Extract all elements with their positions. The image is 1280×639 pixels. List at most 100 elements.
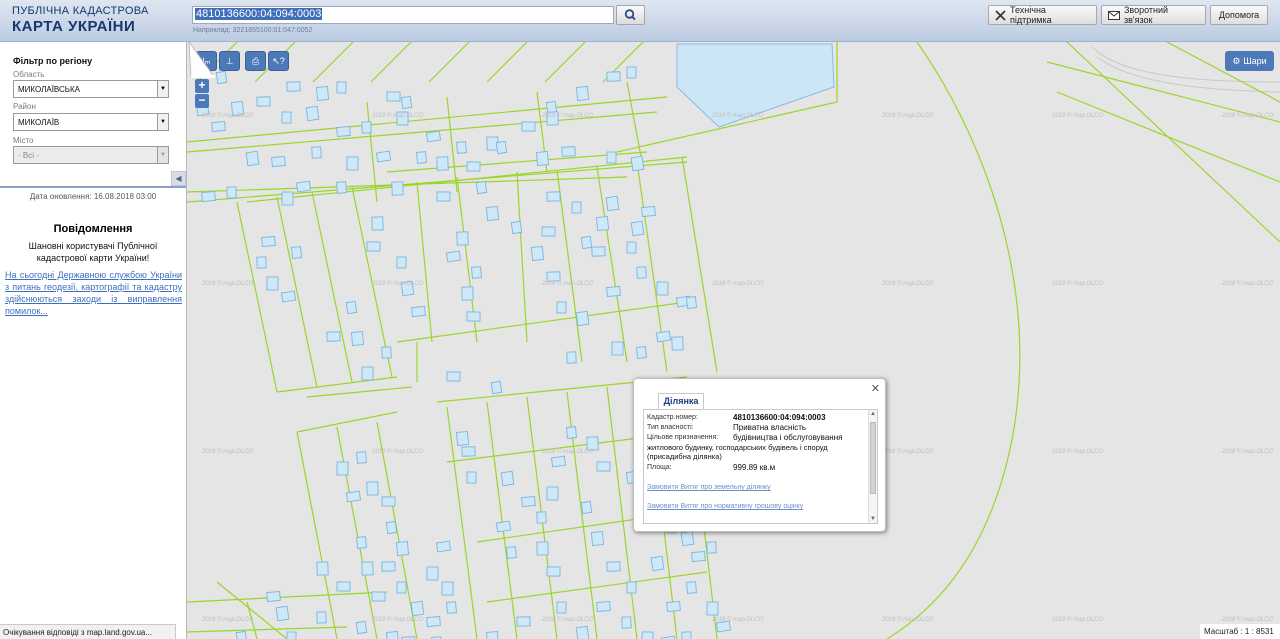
- svg-text:2018 © map.DLCO: 2018 © map.DLCO: [1051, 112, 1103, 119]
- field-label-purpose: Цільове призначення:: [647, 434, 719, 441]
- notice-link[interactable]: На сьогодні Державною службою України з …: [5, 269, 182, 317]
- oblast-value: МИКОЛАЇВСЬКА: [18, 85, 81, 94]
- gear-icon: ⚙: [1232, 55, 1241, 66]
- svg-text:2018 © map.DLCO: 2018 © map.DLCO: [881, 616, 933, 623]
- svg-text:2018 © map.DLCO: 2018 © map.DLCO: [881, 112, 933, 119]
- printer-icon: ⎙: [251, 56, 260, 66]
- misto-value: - Всі -: [18, 151, 39, 160]
- zoom-out-button[interactable]: −: [195, 94, 209, 108]
- map-scale: Масштаб : 1 : 8531: [1200, 624, 1280, 639]
- svg-text:2018 © map.DLCO: 2018 © map.DLCO: [201, 280, 253, 287]
- svg-text:2018 © map.DLCO: 2018 © map.DLCO: [1051, 616, 1103, 623]
- svg-text:2018 © map.DLCO: 2018 © map.DLCO: [1051, 448, 1103, 455]
- map-canvas[interactable]: 2018 © map.DLCO 2018 © map.DLCO 2018 © map…: [187, 42, 1280, 639]
- tools-icon: [995, 9, 1006, 21]
- svg-text:2018 © map.DLCO: 2018 © map.DLCO: [201, 616, 253, 623]
- filter-title: Фільтр по регіону: [13, 56, 93, 66]
- browser-status-bar: Очікування відповіді з map.land.gov.ua..…: [0, 624, 176, 639]
- minus-icon: −: [198, 93, 206, 107]
- logo-line1: ПУБЛІЧНА КАДАСТРОВА: [12, 5, 149, 17]
- field-label-area: Площа:: [647, 464, 672, 471]
- field-label-cadastral: Кадастр.номер:: [647, 414, 698, 421]
- help-label: Допомога: [1218, 10, 1260, 20]
- cadastral-search-input[interactable]: 4810136600:04:094:0003: [192, 6, 614, 24]
- oblast-label: Область: [13, 70, 45, 79]
- order-valuation-link[interactable]: Замовити Витяг про нормативну грошову оц…: [647, 503, 803, 510]
- popup-pointer: [188, 42, 216, 78]
- layers-label: Шари: [1243, 56, 1267, 66]
- tech-support-button[interactable]: Технічна підтримка: [988, 5, 1097, 25]
- chevron-left-icon: ◀: [175, 174, 182, 183]
- update-date: Дата оновлення: 16.08.2018 03:00: [29, 192, 157, 201]
- oblast-select[interactable]: МИКОЛАЇВСЬКА ▼: [13, 80, 169, 98]
- svg-text:2018 © map.DLCO: 2018 © map.DLCO: [371, 448, 423, 455]
- sidebar: Фільтр по регіону Область МИКОЛАЇВСЬКА ▼…: [0, 42, 187, 639]
- scroll-up-icon: ▲: [870, 411, 876, 417]
- zoom-in-button[interactable]: +: [195, 79, 209, 93]
- svg-text:2018 © map.DLCO: 2018 © map.DLCO: [541, 616, 593, 623]
- svg-text:2018 © map.DLCO: 2018 © map.DLCO: [881, 448, 933, 455]
- help-button[interactable]: Допомога: [1210, 5, 1268, 25]
- print-button[interactable]: ⎙: [245, 51, 266, 71]
- chevron-down-icon: ▼: [157, 147, 168, 163]
- plus-icon: +: [198, 78, 206, 92]
- rayon-value: МИКОЛАЇВ: [18, 118, 60, 127]
- parcel-info-popup: ✕ Ділянка Кадастр.номер: 4810136600:04:0…: [633, 378, 886, 532]
- field-value-purpose-cont: житлового будинку, господарських будівел…: [647, 443, 828, 461]
- scrollbar-thumb[interactable]: [870, 422, 876, 494]
- field-value-purpose: будівництва і обслуговування: [733, 433, 843, 442]
- notice-title: Повідомлення: [53, 223, 133, 235]
- feedback-button[interactable]: Зворотний зв'язок: [1101, 5, 1206, 25]
- header: ПУБЛІЧНА КАДАСТРОВА КАРТА УКРАЇНИ 481013…: [0, 0, 1280, 42]
- search-hint: Наприклад: 3221855100:01:047:0052: [193, 27, 313, 34]
- region-filter: Фільтр по регіону Область МИКОЛАЇВСЬКА ▼…: [0, 42, 186, 188]
- svg-text:2018 © map.DLCO: 2018 © map.DLCO: [711, 616, 763, 623]
- svg-text:2018 © map.DLCO: 2018 © map.DLCO: [1221, 280, 1273, 287]
- notice-body: Шановні користувачі Публічної кадастрово…: [28, 241, 158, 263]
- svg-text:2018 © map.DLCO: 2018 © map.DLCO: [541, 280, 593, 287]
- search-value: 4810136600:04:094:0003: [195, 8, 323, 20]
- tech-support-label: Технічна підтримка: [1010, 5, 1052, 25]
- tab-parcel[interactable]: Ділянка: [658, 393, 704, 409]
- app-window: ПУБЛІЧНА КАДАСТРОВА КАРТА УКРАЇНИ 481013…: [0, 0, 1280, 639]
- svg-text:2018 © map.DLCO: 2018 © map.DLCO: [371, 280, 423, 287]
- logo-line2: КАРТА УКРАЇНИ: [12, 18, 136, 35]
- svg-text:2018 © map.DLCO: 2018 © map.DLCO: [541, 448, 593, 455]
- cadastral-map[interactable]: 2018 © map.DLCO 2018 © map.DLCO 2018 © map…: [187, 42, 1280, 639]
- svg-text:2018 © map.DLCO: 2018 © map.DLCO: [201, 448, 253, 455]
- layers-button[interactable]: ⚙ Шари: [1225, 51, 1274, 71]
- close-icon[interactable]: ✕: [871, 382, 880, 395]
- misto-label: Місто: [13, 136, 34, 145]
- svg-text:2018 © map.DLCO: 2018 © map.DLCO: [1221, 616, 1273, 623]
- svg-text:2018 © map.DLCO: 2018 © map.DLCO: [1221, 448, 1273, 455]
- svg-text:2018 © map.DLCO: 2018 © map.DLCO: [1221, 112, 1273, 119]
- misto-select[interactable]: - Всі - ▼: [13, 146, 169, 164]
- svg-text:2018 © map.DLCO: 2018 © map.DLCO: [1051, 280, 1103, 287]
- site-logo[interactable]: ПУБЛІЧНА КАДАСТРОВА КАРТА УКРАЇНИ: [12, 5, 149, 35]
- chevron-down-icon: ▼: [157, 114, 168, 130]
- envelope-icon: [1108, 10, 1120, 20]
- chevron-down-icon: ▼: [157, 81, 168, 97]
- identify-button[interactable]: ↖?: [268, 51, 289, 71]
- rayon-label: Район: [13, 102, 36, 111]
- svg-text:2018 © map.DLCO: 2018 © map.DLCO: [711, 280, 763, 287]
- svg-text:2018 © map.DLCO: 2018 © map.DLCO: [371, 112, 423, 119]
- svg-text:2018 © map.DLCO: 2018 © map.DLCO: [881, 280, 933, 287]
- collapse-sidebar-button[interactable]: ◀: [171, 171, 186, 186]
- measure-area-button[interactable]: ⊥: [219, 51, 240, 71]
- search-icon: [624, 9, 636, 21]
- rayon-select[interactable]: МИКОЛАЇВ ▼: [13, 113, 169, 131]
- feedback-label: Зворотний зв'язок: [1123, 5, 1169, 25]
- svg-text:2018 © map.DLCO: 2018 © map.DLCO: [711, 112, 763, 119]
- scroll-down-icon: ▼: [870, 516, 876, 522]
- area-icon: ⊥: [225, 56, 234, 66]
- search-button[interactable]: [616, 5, 645, 25]
- svg-text:2018 © map.DLCO: 2018 © map.DLCO: [201, 112, 253, 119]
- svg-text:2018 © map.DLCO: 2018 © map.DLCO: [541, 112, 593, 119]
- order-extract-link[interactable]: Замовити Витяг про земельну ділянку: [647, 484, 771, 491]
- field-value-area: 999.89 кв.м: [733, 463, 776, 472]
- field-label-ownership: Тип власності:: [647, 424, 694, 431]
- field-value-ownership: Приватна власність: [733, 423, 807, 432]
- popup-scrollbar[interactable]: ▲ ▼: [868, 410, 877, 523]
- field-value-cadastral: 4810136600:04:094:0003: [733, 413, 826, 422]
